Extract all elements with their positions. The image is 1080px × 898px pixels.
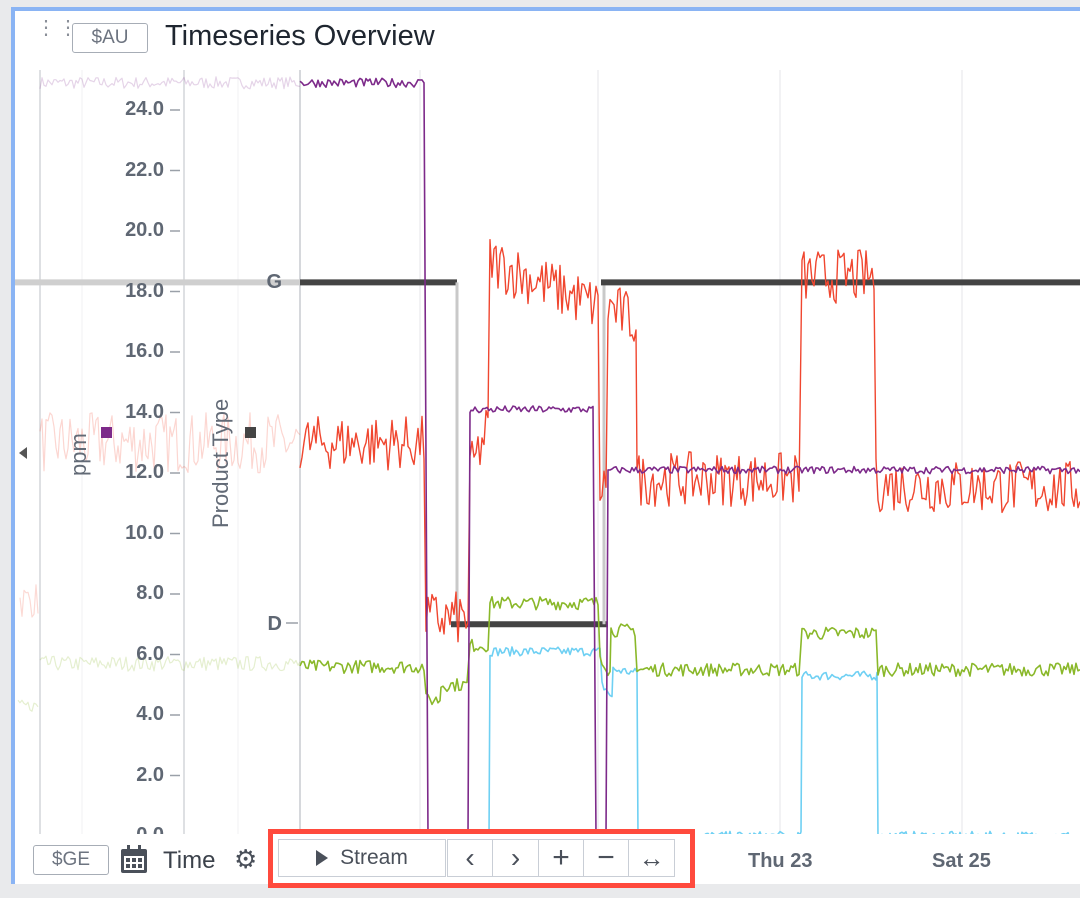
stream-label: Stream <box>340 846 408 869</box>
y-tick-label: 2.0 <box>136 763 164 786</box>
series-marker-gray <box>245 427 256 438</box>
x-tick-sat-25: Sat 25 <box>932 850 991 872</box>
chevron-right-icon: › <box>510 842 521 873</box>
y-tick-label: 20.0 <box>125 219 164 241</box>
footer-asset-tag[interactable]: $GE <box>33 845 109 875</box>
settings-gear-icon[interactable]: ⚙ <box>234 844 257 875</box>
y-tick-label: 16.0 <box>125 340 164 362</box>
zoom-out-button[interactable]: − <box>583 839 629 877</box>
series-red <box>299 238 1080 643</box>
zoom-in-button[interactable]: + <box>538 839 584 877</box>
product-level-d: D <box>267 613 282 635</box>
step-forward-button[interactable]: › <box>492 839 539 877</box>
product-type-axis-label: Product Type <box>208 398 233 528</box>
time-label: Time <box>163 847 216 874</box>
series-blue <box>469 646 1080 842</box>
collapse-arrow-icon[interactable] <box>19 447 27 459</box>
time-controls-toolbar: Stream ‹ › + − ↔ <box>268 829 695 888</box>
expand-range-button[interactable]: ↔ <box>628 839 675 877</box>
series-green <box>299 595 1080 706</box>
series-purple-faded <box>39 76 301 90</box>
y-tick-label: 22.0 <box>125 158 164 181</box>
y-tick-label: 10.0 <box>125 521 164 544</box>
y-tick-label: 18.0 <box>125 279 164 302</box>
y-tick-label: 4.0 <box>136 703 164 725</box>
calendar-icon[interactable] <box>119 845 149 875</box>
series-marker-purple <box>101 427 112 438</box>
y-tick-label: 14.0 <box>125 400 164 423</box>
series-purple <box>299 77 1080 837</box>
product-level-g: G <box>266 271 282 293</box>
y-tick-label: 12.0 <box>125 461 164 483</box>
y-axis-label: ppm <box>66 433 91 476</box>
plus-icon: + <box>552 841 570 874</box>
x-tick-thu-23: Thu 23 <box>748 850 813 872</box>
horizontal-arrows-icon: ↔ <box>638 842 665 873</box>
series-green-faded-left <box>17 699 39 712</box>
y-tick-label: 6.0 <box>136 642 164 665</box>
minus-icon: − <box>597 841 615 874</box>
step-back-button[interactable]: ‹ <box>447 839 493 877</box>
y-tick-label: 8.0 <box>136 582 164 604</box>
chevron-left-icon: ‹ <box>465 842 475 873</box>
play-icon <box>316 850 329 866</box>
stream-button[interactable]: Stream <box>278 839 446 877</box>
series-red-faded-left <box>19 584 39 618</box>
series-green-faded <box>39 655 301 672</box>
y-tick-label: 24.0 <box>125 98 164 120</box>
